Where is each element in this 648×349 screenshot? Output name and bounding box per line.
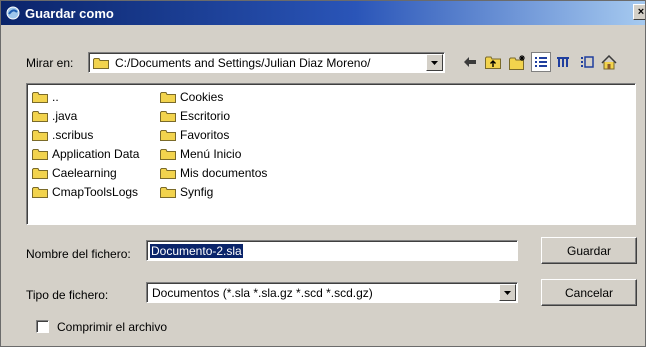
list-item[interactable]: .java: [32, 106, 139, 125]
filetype-value: Documentos (*.sla *.sla.gz *.scd *.scd.g…: [152, 285, 373, 300]
filetype-label: Tipo de fichero:: [26, 288, 109, 302]
list-item[interactable]: Cookies: [160, 87, 267, 106]
preview-view-icon[interactable]: [577, 52, 597, 72]
list-item[interactable]: Synfig: [160, 182, 267, 201]
list-item[interactable]: Menú Inicio: [160, 144, 267, 163]
list-item[interactable]: Application Data: [32, 144, 139, 163]
item-label: .scribus: [52, 127, 94, 142]
compress-label: Comprimir el archivo: [57, 320, 168, 334]
list-item[interactable]: .scribus: [32, 125, 139, 144]
folder-icon: [160, 91, 176, 103]
lookin-label: Mirar en:: [26, 56, 74, 70]
back-arrow-icon[interactable]: [460, 52, 480, 72]
item-label: Escritorio: [180, 108, 231, 123]
filename-value: Documento-2.sla: [150, 243, 243, 258]
list-item[interactable]: CmapToolsLogs: [32, 182, 139, 201]
item-label: Application Data: [52, 146, 140, 161]
filename-field[interactable]: Documento-2.sla: [146, 240, 518, 261]
lookin-path: C:/Documents and Settings/Julian Diaz Mo…: [115, 55, 371, 70]
app-icon: [6, 6, 20, 20]
list-item[interactable]: Escritorio: [160, 106, 267, 125]
list-view-icon[interactable]: [554, 52, 574, 72]
folder-icon: [160, 148, 176, 160]
folder-icon: [32, 148, 48, 160]
list-item[interactable]: Caelearning: [32, 163, 139, 182]
item-label: Cookies: [180, 89, 224, 104]
detail-view-icon[interactable]: [531, 52, 551, 72]
file-column-1: .. .java .scribus Application Data Caele…: [32, 87, 139, 201]
folder-icon: [93, 57, 109, 69]
item-label: ..: [52, 89, 59, 104]
file-list[interactable]: .. .java .scribus Application Data Caele…: [26, 83, 636, 225]
new-folder-icon[interactable]: [507, 52, 527, 72]
folder-icon: [160, 167, 176, 179]
chevron-down-icon[interactable]: [499, 284, 516, 301]
folder-icon: [160, 110, 176, 122]
folder-icon: [32, 186, 48, 198]
item-label: Favoritos: [180, 127, 230, 142]
close-icon: ×: [637, 6, 645, 18]
chevron-down-icon[interactable]: [426, 54, 443, 71]
filename-label: Nombre del fichero:: [26, 247, 131, 261]
save-dialog: Guardar como × Mirar en: C:/Documents an…: [0, 0, 646, 347]
list-item[interactable]: ..: [32, 87, 139, 106]
cancel-button[interactable]: Cancelar: [541, 279, 637, 306]
list-item[interactable]: Mis documentos: [160, 163, 267, 182]
title-bar[interactable]: Guardar como ×: [1, 1, 645, 25]
folder-icon: [32, 129, 48, 141]
item-label: Mis documentos: [180, 165, 268, 180]
folder-icon: [32, 91, 48, 103]
list-item[interactable]: Favoritos: [160, 125, 267, 144]
item-label: .java: [52, 108, 78, 123]
folder-icon: [32, 167, 48, 179]
item-label: CmapToolsLogs: [52, 184, 139, 199]
lookin-combo[interactable]: C:/Documents and Settings/Julian Diaz Mo…: [88, 52, 445, 73]
file-column-2: Cookies Escritorio Favoritos Menú Inicio…: [160, 87, 267, 201]
save-button[interactable]: Guardar: [541, 237, 637, 264]
folder-icon: [32, 110, 48, 122]
home-icon[interactable]: [599, 52, 619, 72]
folder-icon: [160, 129, 176, 141]
filetype-select[interactable]: Documentos (*.sla *.sla.gz *.scd *.scd.g…: [146, 282, 518, 303]
window-title: Guardar como: [25, 5, 114, 21]
item-label: Synfig: [180, 184, 214, 199]
item-label: Menú Inicio: [180, 146, 242, 161]
item-label: Caelearning: [52, 165, 117, 180]
up-folder-icon[interactable]: [483, 52, 503, 72]
compress-checkbox[interactable]: [36, 320, 49, 333]
folder-icon: [160, 186, 176, 198]
close-button[interactable]: ×: [633, 4, 645, 20]
